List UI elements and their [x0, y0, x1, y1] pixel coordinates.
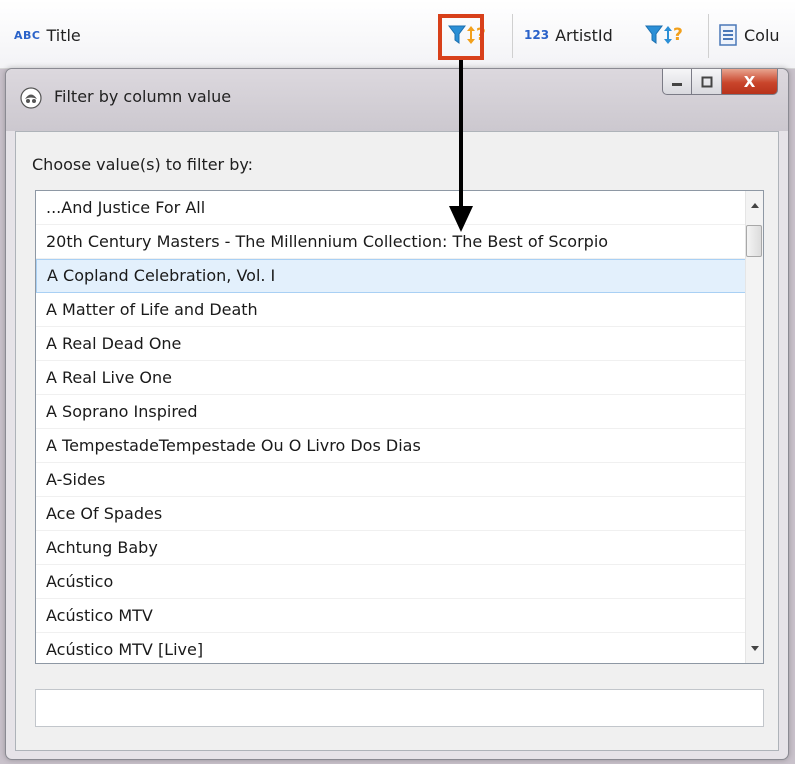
close-button[interactable]: X — [722, 69, 778, 95]
column-artistid-label: ArtistId — [555, 25, 613, 45]
list-item[interactable]: A TempestadeTempestade Ou O Livro Dos Di… — [36, 429, 746, 463]
list-item[interactable]: ...And Justice For All — [36, 191, 746, 225]
column-third-label: Colu — [744, 25, 780, 45]
list-item[interactable]: A-Sides — [36, 463, 746, 497]
value-list: ...And Justice For All 20th Century Maste… — [36, 191, 746, 663]
text-type-icon: ABC — [14, 28, 41, 42]
list-item[interactable]: Acústico MTV — [36, 599, 746, 633]
minimize-button[interactable] — [662, 69, 692, 95]
value-listbox[interactable]: ...And Justice For All 20th Century Maste… — [35, 190, 764, 664]
scroll-down-icon[interactable] — [751, 646, 759, 651]
scroll-thumb[interactable] — [746, 225, 762, 257]
close-icon: X — [743, 72, 756, 91]
annotation-arrow-line — [459, 60, 463, 208]
app-icon — [20, 87, 42, 109]
number-type-icon: 123 — [524, 28, 550, 42]
list-item[interactable]: 20th Century Masters - The Millennium Co… — [36, 225, 746, 259]
list-item[interactable]: A Soprano Inspired — [36, 395, 746, 429]
column-title-label: Title — [46, 25, 81, 45]
document-icon — [719, 24, 737, 46]
list-item[interactable]: Achtung Baby — [36, 531, 746, 565]
filter-help-mark: ? — [673, 25, 683, 45]
dialog-titlebar[interactable]: Filter by column value X — [6, 69, 788, 131]
column-header-third[interactable]: Colu — [718, 10, 780, 60]
list-item[interactable]: A Matter of Life and Death — [36, 293, 746, 327]
column-separator[interactable] — [512, 14, 513, 58]
filter-dialog: Filter by column value X Choose value(s)… — [5, 68, 789, 760]
maximize-button[interactable] — [692, 69, 722, 95]
list-item[interactable]: Acústico — [36, 565, 746, 599]
artistid-filter-button[interactable]: ? — [645, 24, 683, 46]
column-header-title[interactable]: ABC Title — [14, 10, 81, 60]
column-header-artistid[interactable]: 123 ArtistId — [524, 10, 613, 60]
maximize-icon — [701, 76, 712, 87]
vertical-scrollbar[interactable] — [745, 191, 763, 663]
grid-header: ABC Title ? 123 ArtistId ? Colu — [0, 0, 795, 69]
annotation-arrow-head — [449, 206, 473, 232]
dialog-title: Filter by column value — [54, 87, 232, 106]
window-controls: X — [662, 69, 778, 95]
list-item[interactable]: A Copland Celebration, Vol. I — [36, 259, 746, 293]
filter-prompt: Choose value(s) to filter by: — [32, 155, 254, 174]
filter-value-input[interactable] — [35, 689, 764, 727]
list-item[interactable]: A Real Live One — [36, 361, 746, 395]
funnel-icon — [645, 25, 663, 44]
list-item[interactable]: Ace Of Spades — [36, 497, 746, 531]
highlight-box — [438, 14, 484, 60]
sort-arrows-icon — [664, 26, 672, 44]
scroll-up-icon[interactable] — [751, 203, 759, 208]
list-item[interactable]: Acústico MTV [Live] — [36, 633, 746, 663]
list-item[interactable]: A Real Dead One — [36, 327, 746, 361]
column-separator[interactable] — [708, 14, 709, 58]
minimize-icon — [672, 82, 682, 86]
